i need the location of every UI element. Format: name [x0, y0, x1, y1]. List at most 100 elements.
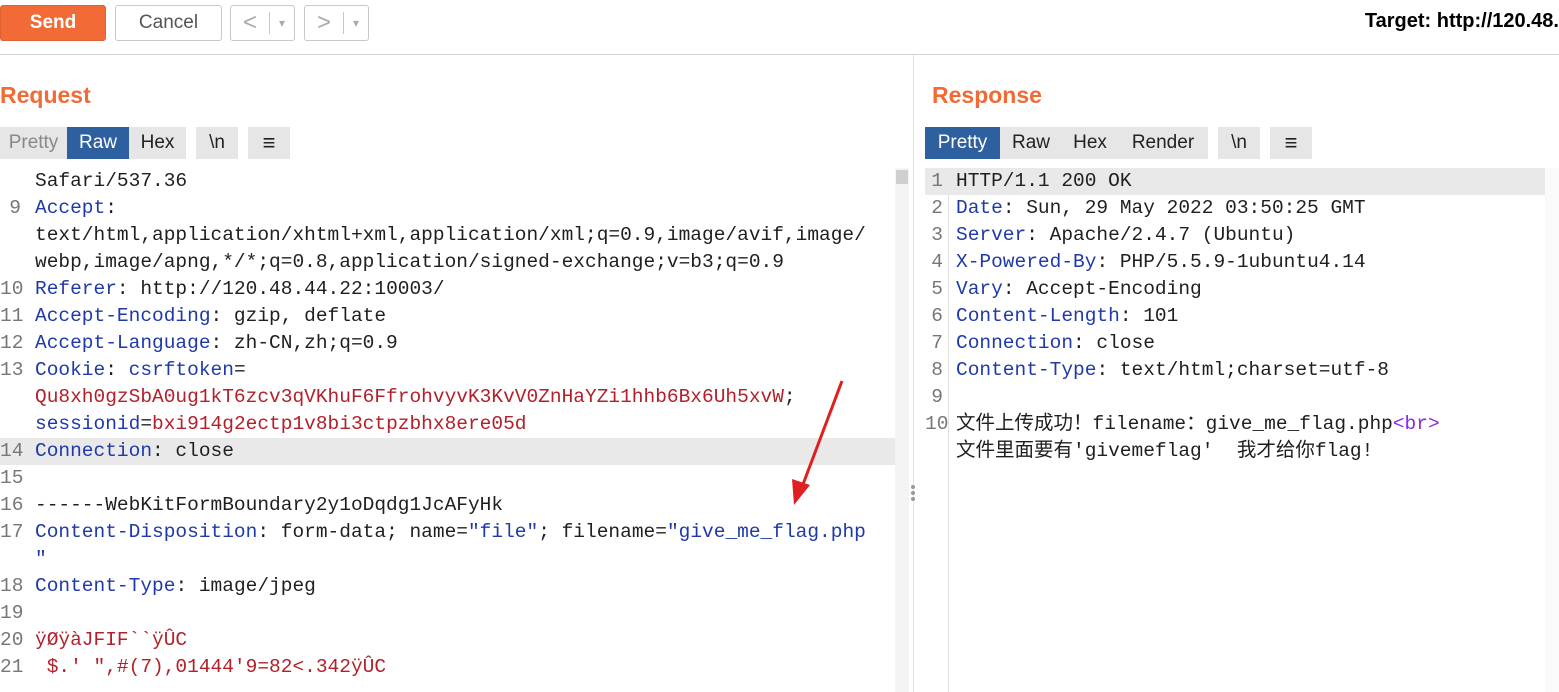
request-line-text: Safari/537.36 [35, 168, 187, 195]
request-token: = [140, 413, 153, 435]
request-line[interactable]: 12 Accept-Language: zh-CN,zh;q=0.9 [0, 330, 895, 357]
request-line[interactable]: 21 $.' ",#(7),01444'9=82<.342ÿÛC [0, 654, 895, 681]
request-token: $.' ",#(7),01444'9=82<.342ÿÛC [35, 656, 387, 678]
response-line[interactable]: 10 文件上传成功！filename：give_me_flag.php<br> [925, 411, 1559, 438]
response-editor[interactable]: 1 HTTP/1.1 200 OK 2 Date: Sun, 29 May 2022 … [925, 168, 1559, 692]
request-line[interactable]: 11 Accept-Encoding: gzip, deflate [0, 303, 895, 330]
request-line[interactable]: 17 Content-Disposition: form-data; name="… [0, 519, 895, 546]
send-button[interactable]: Send [0, 5, 106, 41]
toolbar: Send Cancel < ▾ > ▾ Target: http://120.4… [0, 0, 1559, 54]
request-tab-pretty[interactable]: Pretty [0, 127, 67, 159]
request-scroll-thumb[interactable] [896, 170, 908, 184]
response-tab-raw[interactable]: Raw [1000, 127, 1062, 159]
response-token: 文件上传成功！filename：give_me_flag.php [956, 413, 1393, 435]
response-line[interactable]: 1 HTTP/1.1 200 OK [925, 168, 1559, 195]
request-token: Accept [35, 197, 106, 219]
request-token: : http://120.48.44.22:10003/ [116, 278, 445, 300]
request-token: Connection [35, 440, 153, 462]
request-line[interactable]: 9 Accept: [0, 195, 895, 222]
response-line-text: Content-Type: text/html;charset=utf-8 [956, 357, 1389, 384]
request-line[interactable]: 19 [0, 600, 895, 627]
pane-divider[interactable] [913, 55, 914, 692]
request-token: sessionid [35, 413, 141, 435]
response-token: : Apache/2.4.7 (Ubuntu) [1026, 224, 1296, 246]
response-token: Connection [956, 332, 1074, 354]
request-line[interactable]: text/html,application/xhtml+xml,applicat… [0, 222, 895, 249]
request-tab-hex[interactable]: Hex [129, 127, 186, 159]
request-newline-toggle[interactable]: \n [196, 127, 238, 159]
request-line[interactable]: 10 Referer: http://120.48.44.22:10003/ [0, 276, 895, 303]
response-line[interactable]: 6 Content-Length: 101 [925, 303, 1559, 330]
request-line-text: Content-Disposition: form-data; name="fi… [35, 519, 866, 546]
response-line[interactable]: 文件里面要有'givemeflag' 我才给你flag! [925, 438, 1559, 465]
forward-button[interactable]: > ▾ [304, 5, 369, 41]
request-line[interactable]: " [0, 546, 895, 573]
request-line[interactable]: 18 Content-Type: image/jpeg [0, 573, 895, 600]
request-token: Cookie [35, 359, 106, 381]
response-line[interactable]: 8 Content-Type: text/html;charset=utf-8 [925, 357, 1559, 384]
response-scrollbar[interactable] [1545, 168, 1559, 692]
request-token: " [35, 548, 47, 570]
response-newline-toggle[interactable]: \n [1218, 127, 1260, 159]
response-line-text: Server: Apache/2.4.7 (Ubuntu) [956, 222, 1295, 249]
response-tab-hex[interactable]: Hex [1062, 127, 1118, 159]
target-label[interactable]: Target: http://120.48. [1365, 10, 1559, 33]
forward-arrow-icon: > [316, 9, 331, 36]
response-line-text: 文件里面要有'givemeflag' 我才给你flag! [956, 438, 1373, 465]
response-line[interactable]: 9 [925, 384, 1559, 411]
response-line[interactable]: 3 Server: Apache/2.4.7 (Ubuntu) [925, 222, 1559, 249]
back-button[interactable]: < ▾ [230, 5, 295, 41]
response-line-number: 10 [925, 413, 949, 435]
response-token: 文件里面要有'givemeflag' 我才给你flag! [956, 440, 1374, 462]
response-tab-render[interactable]: Render [1118, 127, 1208, 159]
request-editor[interactable]: Safari/537.36 9 Accept: text/html,applicati… [0, 168, 895, 692]
request-line-text: Content-Type: image/jpeg [35, 573, 316, 600]
response-tab-pretty[interactable]: Pretty [925, 127, 1000, 159]
response-line[interactable]: 4 X-Powered-By: PHP/5.5.9-1ubuntu4.14 [925, 249, 1559, 276]
response-line[interactable]: 5 Vary: Accept-Encoding [925, 276, 1559, 303]
response-line[interactable]: 7 Connection: close [925, 330, 1559, 357]
request-line[interactable]: sessionid=bxi914g2ectp1v8bi3ctpzbhx8ere0… [0, 411, 895, 438]
pane-resize-handle-icon[interactable] [910, 483, 916, 505]
request-token: : [105, 197, 117, 219]
forward-history-dropdown-icon[interactable]: ▾ [344, 16, 368, 30]
response-menu-icon[interactable]: ≡ [1270, 127, 1312, 159]
response-line-number: 7 [931, 332, 943, 354]
request-line-number: 21 [0, 656, 24, 678]
request-line-text: Accept: [35, 195, 117, 222]
request-line[interactable]: 14 Connection: close [0, 438, 895, 465]
request-line-number: 11 [0, 305, 24, 327]
request-line[interactable]: 20 ÿØÿàJFIF``ÿÛC [0, 627, 895, 654]
request-line[interactable]: Safari/537.36 [0, 168, 895, 195]
request-token: Accept-Encoding [35, 305, 211, 327]
request-line-text: " [35, 546, 47, 573]
request-token: Content-Disposition [35, 521, 258, 543]
response-line[interactable]: 2 Date: Sun, 29 May 2022 03:50:25 GMT [925, 195, 1559, 222]
response-token: : Accept-Encoding [1002, 278, 1202, 300]
response-line-text: X-Powered-By: PHP/5.5.9-1ubuntu4.14 [956, 249, 1366, 276]
request-line-text: ------WebKitFormBoundary2y1oDqdg1JcAFyHk [35, 492, 503, 519]
cancel-button[interactable]: Cancel [115, 5, 222, 41]
request-tabbar: Pretty Raw Hex \n ≡ [0, 127, 290, 159]
request-token: Referer [35, 278, 117, 300]
request-line-number: 17 [0, 521, 24, 543]
request-menu-icon[interactable]: ≡ [248, 127, 290, 159]
request-line[interactable]: 15 [0, 465, 895, 492]
request-scrollbar[interactable] [895, 168, 909, 692]
request-line[interactable]: 13 Cookie: csrftoken= [0, 357, 895, 384]
request-line-number: 13 [0, 359, 24, 381]
request-line-text: sessionid=bxi914g2ectp1v8bi3ctpzbhx8ere0… [35, 411, 527, 438]
response-token: Content-Type [956, 359, 1097, 381]
request-line-number: 18 [0, 575, 24, 597]
response-line-number: 3 [931, 224, 943, 246]
response-line-number: 6 [931, 305, 943, 327]
request-line[interactable]: webp,image/apng,*/*;q=0.8,application/si… [0, 249, 895, 276]
back-history-dropdown-icon[interactable]: ▾ [270, 16, 294, 30]
request-token: : [105, 359, 129, 381]
request-tab-raw[interactable]: Raw [67, 127, 129, 159]
request-line[interactable]: 16 ------WebKitFormBoundary2y1oDqdg1JcAFy… [0, 492, 895, 519]
back-arrow-icon: < [242, 9, 257, 36]
response-line-number: 8 [931, 359, 943, 381]
response-tabbar: Pretty Raw Hex Render \n ≡ [925, 127, 1312, 159]
request-line[interactable]: Qu8xh0gzSbA0ug1kT6zcv3qVKhuF6FfrohvyvK3K… [0, 384, 895, 411]
